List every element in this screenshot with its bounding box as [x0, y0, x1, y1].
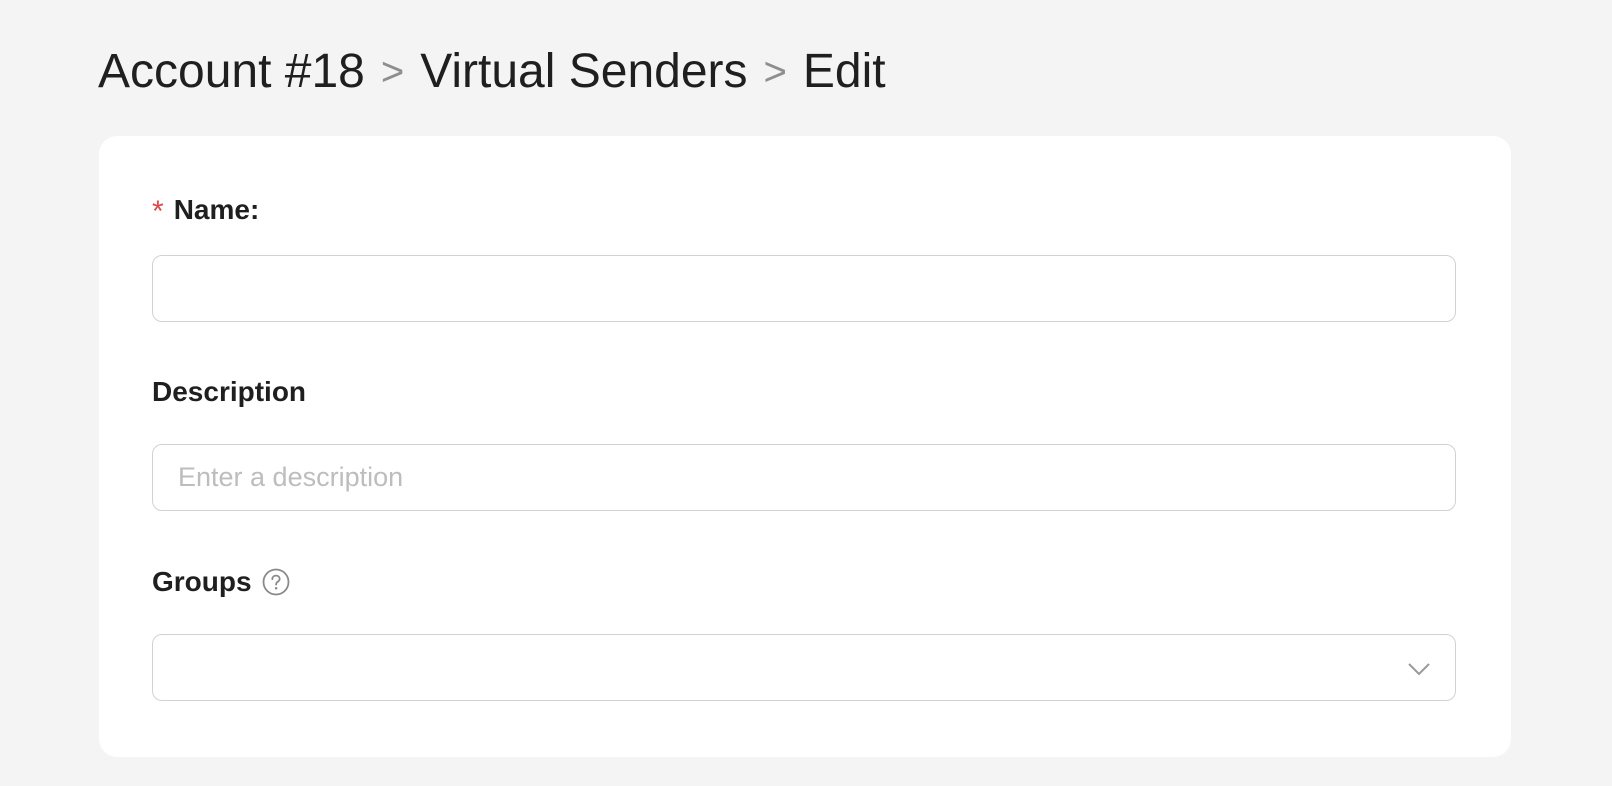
required-mark: *: [152, 195, 164, 228]
breadcrumb-virtual-senders[interactable]: Virtual Senders: [420, 40, 747, 104]
description-field: [152, 444, 1456, 511]
groups-label: Groups: [152, 564, 290, 600]
groups-label-text: Groups: [152, 566, 252, 597]
name-field: [152, 255, 1456, 322]
name-label: * Name:: [152, 192, 259, 228]
description-label: Description: [152, 374, 306, 410]
breadcrumb-edit: Edit: [802, 45, 886, 98]
groups-select[interactable]: [152, 634, 1456, 701]
breadcrumb: Account #18 > Virtual Senders > Edit: [98, 40, 886, 104]
description-input[interactable]: [153, 445, 1455, 510]
breadcrumb-separator: >: [763, 50, 787, 94]
question-circle-icon[interactable]: [262, 568, 290, 596]
breadcrumb-account[interactable]: Account #18: [98, 40, 365, 104]
name-label-text: Name:: [173, 194, 260, 225]
description-label-text: Description: [152, 376, 307, 407]
name-input[interactable]: [153, 256, 1455, 321]
chevron-down-icon[interactable]: [1405, 655, 1433, 683]
breadcrumb-separator: >: [380, 50, 405, 94]
edit-form-card: * Name: Description Groups: [99, 136, 1511, 757]
